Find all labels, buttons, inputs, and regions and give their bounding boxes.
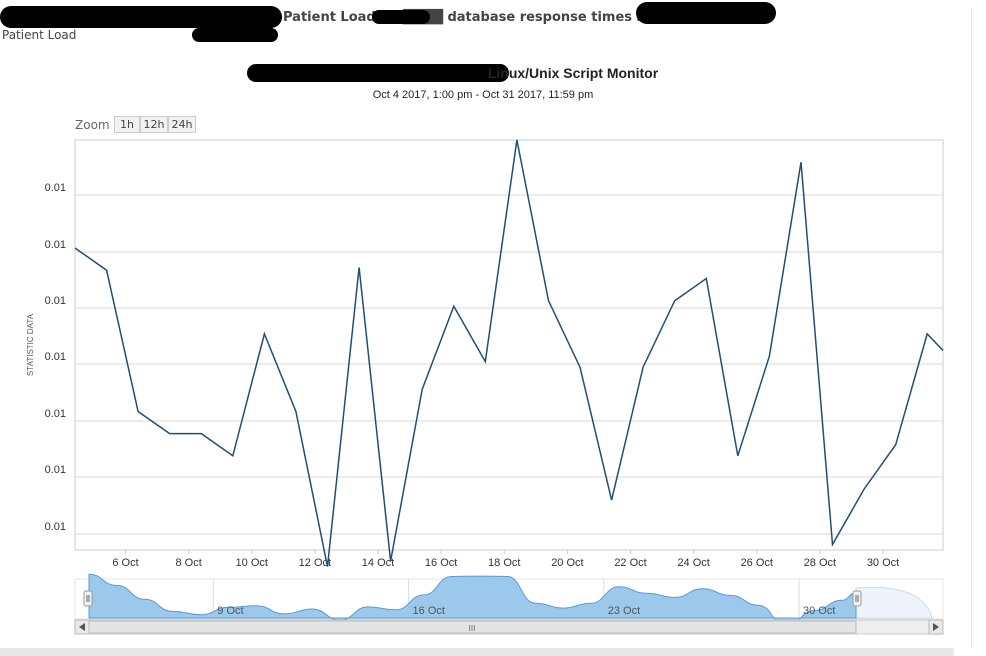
zoom-1h-button[interactable]: 1h xyxy=(114,116,140,133)
scroll-right-arrow[interactable] xyxy=(928,619,944,635)
chart-title: Linux/Unix Script Monitor xyxy=(487,65,659,81)
x-tick-label: 8 Oct xyxy=(175,557,201,569)
zoom-24h-button[interactable]: 24h xyxy=(168,116,196,133)
y-tick-label: 0.01 xyxy=(45,521,66,533)
navigator-labels: 9 Oct 16 Oct 23 Oct 30 Oct xyxy=(217,605,835,617)
redaction-mark xyxy=(372,10,430,24)
navigator-label: 23 Oct xyxy=(608,605,640,617)
navigator-series xyxy=(88,573,857,627)
x-tick-label: 20 Oct xyxy=(551,557,583,569)
panel-divider xyxy=(971,8,972,648)
navigator-left-handle[interactable] xyxy=(83,590,93,607)
navigator-right-handle[interactable] xyxy=(852,590,862,607)
scrollbar[interactable]: III xyxy=(74,619,944,635)
x-tick-label: 6 Oct xyxy=(112,557,138,569)
scrollbar-thumb[interactable] xyxy=(88,620,857,634)
scrollbar-track[interactable] xyxy=(74,619,944,635)
series-layer xyxy=(74,139,944,567)
table-header-strip xyxy=(0,648,954,656)
plot-background xyxy=(74,139,944,551)
navigator[interactable]: 9 Oct 16 Oct 23 Oct 30 Oct xyxy=(74,573,944,627)
x-tick-label: 14 Oct xyxy=(362,557,394,569)
x-tick-label: 24 Oct xyxy=(677,557,709,569)
y-tick-label: 0.01 xyxy=(45,182,66,194)
redaction-mark xyxy=(636,2,776,24)
navigator-label: 9 Oct xyxy=(217,605,243,617)
y-tick-label: 0.01 xyxy=(45,295,66,307)
scroll-left-arrow[interactable] xyxy=(74,619,90,635)
y-axis-label: STATISTIC DATA xyxy=(26,313,35,376)
zoom-12h-button[interactable]: 12h xyxy=(140,116,168,133)
y-tick-label: 0.01 xyxy=(45,464,66,476)
x-tick-label: 18 Oct xyxy=(488,557,520,569)
navigator-background xyxy=(74,578,944,620)
x-axis-ticks: 6 Oct 8 Oct 10 Oct 12 Oct 14 Oct 16 Oct 18 Oct… xyxy=(112,550,899,569)
x-tick-label: 12 Oct xyxy=(299,557,331,569)
x-tick-label: 10 Oct xyxy=(236,557,268,569)
x-tick-label: 30 Oct xyxy=(867,557,899,569)
y-tick-label: 0.01 xyxy=(45,351,66,363)
page-header-subtitle: Patient Load xyxy=(2,28,77,42)
redaction-mark xyxy=(192,28,278,42)
chart-subtitle: Oct 4 2017, 1:00 pm - Oct 31 2017, 11:59… xyxy=(372,89,594,101)
x-tick-label: 26 Oct xyxy=(741,557,773,569)
x-tick-label: 16 Oct xyxy=(425,557,457,569)
y-tick-label: 0.01 xyxy=(45,408,66,420)
series-line xyxy=(74,139,944,567)
zoom-label: Zoom xyxy=(75,118,110,132)
grid-lines xyxy=(75,194,943,535)
navigator-label: 30 Oct xyxy=(803,605,835,617)
redaction-mark xyxy=(0,6,282,28)
navigator-label: 16 Oct xyxy=(413,605,445,617)
y-tick-label: 0.01 xyxy=(45,239,66,251)
x-tick-label: 22 Oct xyxy=(614,557,646,569)
navigator-grid xyxy=(212,579,800,619)
y-axis-ticks: 0.01 0.01 0.01 0.01 0.01 0.01 0.01 xyxy=(45,182,66,533)
scrollbar-grip: III xyxy=(469,624,476,633)
navigator-outside-series xyxy=(855,586,933,619)
x-tick-label: 28 Oct xyxy=(804,557,836,569)
